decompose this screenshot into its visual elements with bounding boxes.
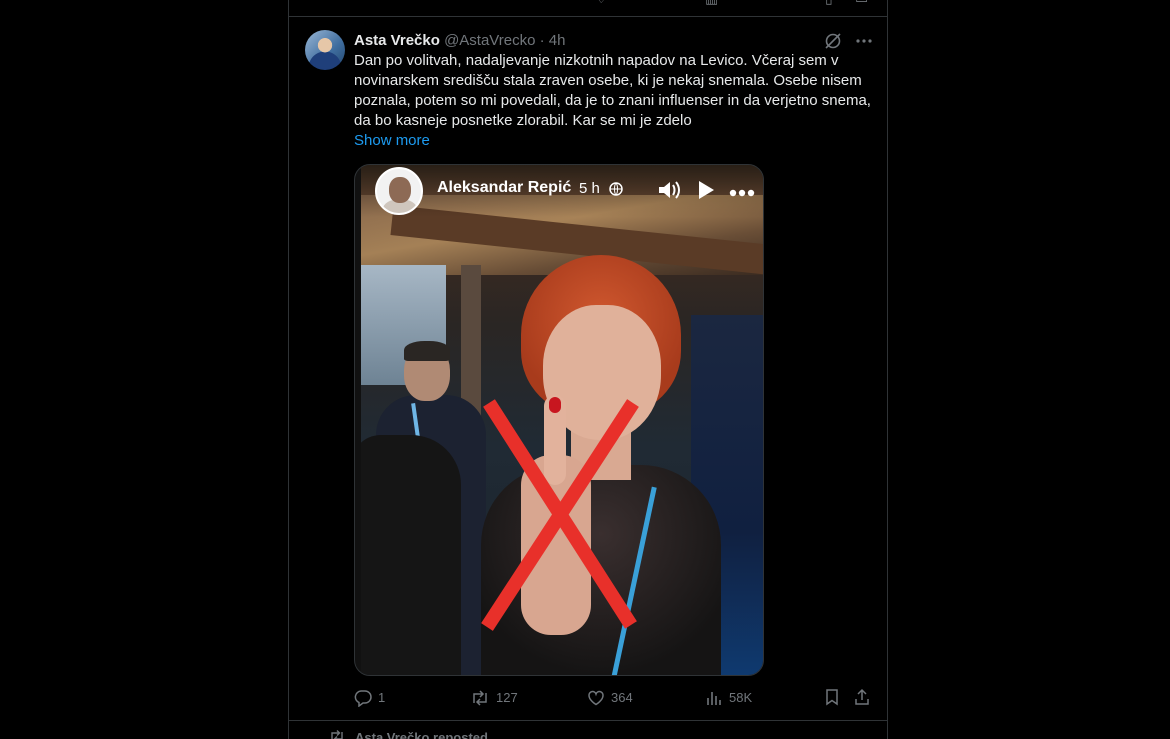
views-icon [705,689,723,707]
author-handle[interactable]: @AstaVrecko [444,32,535,49]
share-button[interactable] [853,688,871,706]
video-author-avatar [375,167,423,215]
repost-count: 127 [496,690,518,705]
next-tweet-repost-context[interactable]: Asta Vrečko reposted [329,729,488,739]
video-screenshot: Aleksandar Repić 5 h [361,165,763,675]
reply-count: 1 [378,690,386,705]
views-count: 58K [729,690,753,705]
tweet-header: Asta Vrečko @AstaVrecko · 4h [354,31,565,51]
tweet-divider [289,720,887,721]
like-count: 364 [611,690,633,705]
repost-icon [470,689,490,707]
grok-icon[interactable] [823,31,843,51]
play-icon [697,180,715,205]
more-icon[interactable] [855,32,873,50]
prev-views-icon[interactable]: ▥ [705,0,718,7]
avatar[interactable] [305,30,345,70]
previous-tweet-actions: ♡ ▥ ▯ ▭ [289,0,887,17]
header-separator: · [539,32,545,49]
globe-icon [609,182,623,201]
video-time: 5 h [579,180,600,197]
bookmark-button[interactable] [823,688,841,706]
views-button[interactable]: 58K [705,688,752,708]
repost-context-label: Asta Vrečko reposted [355,730,488,739]
author-name[interactable]: Asta Vrečko [354,32,440,49]
video-more-icon [729,184,755,202]
share-icon [853,688,871,706]
like-icon [587,689,605,707]
volume-icon [657,179,683,206]
tweet-header-icons [823,31,873,51]
video-header: Aleksandar Repić 5 h [361,165,763,217]
repost-context-icon [329,729,345,739]
prev-share-icon[interactable]: ▭ [855,0,868,7]
tweet-text: Dan po volitvah, nadaljevanje nizkotnih … [354,52,871,129]
tweet-actions: 1 127 364 58K [354,688,876,708]
tweet-time[interactable]: 4h [549,32,566,49]
prev-bookmark-icon[interactable]: ▯ [825,0,833,7]
red-x-overlay [481,399,639,631]
tweet-media[interactable]: Aleksandar Repić 5 h [354,164,764,676]
video-author: Aleksandar Repić [437,179,572,196]
repost-button[interactable]: 127 [470,688,518,708]
like-button[interactable]: 364 [587,688,633,708]
reply-button[interactable]: 1 [354,688,385,708]
prev-like-icon[interactable]: ♡ [595,0,608,7]
show-more-link[interactable]: Show more [354,131,430,151]
bookmark-icon [823,688,841,706]
reply-icon [354,689,372,707]
timeline-column: ♡ ▥ ▯ ▭ Asta Vrečko @AstaVrecko · 4h Dan… [288,0,888,739]
